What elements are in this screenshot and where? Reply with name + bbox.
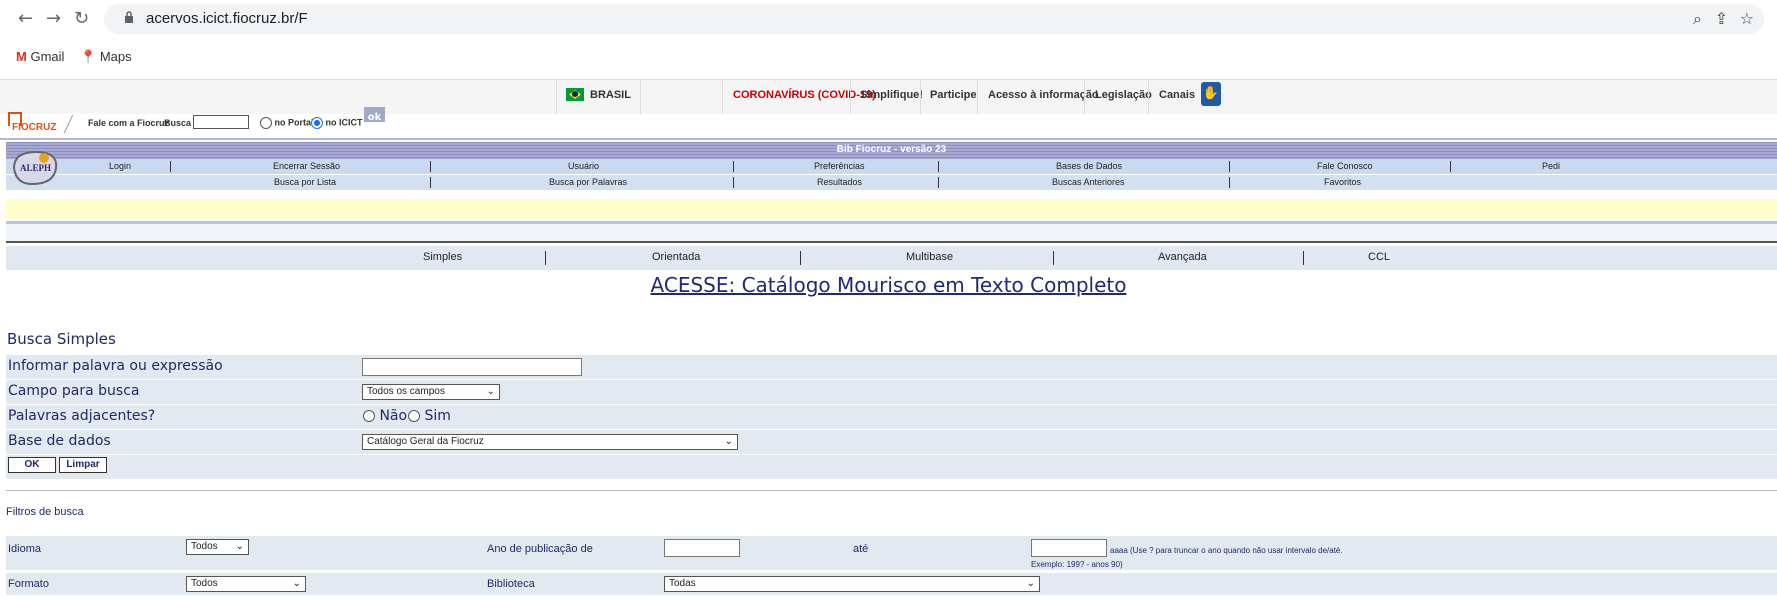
- radio-nao[interactable]: Não: [363, 408, 407, 424]
- gov-link-acesso[interactable]: Acesso à informação: [988, 89, 1099, 101]
- menu-login[interactable]: Login: [109, 161, 131, 171]
- radio-portal[interactable]: no Portal: [260, 117, 314, 129]
- fale-com-fiocruz-link[interactable]: Fale com a Fiocruz: [88, 118, 169, 128]
- page-title: Busca Simples: [7, 330, 116, 348]
- database-select[interactable]: Catálogo Geral da Fiocruz ⌄: [362, 434, 738, 450]
- fiocruz-ok-button[interactable]: ok: [364, 107, 385, 123]
- lock-icon: [125, 11, 133, 23]
- zoom-icon[interactable]: ⌕: [1693, 9, 1702, 29]
- fiocruz-bar: FIOCRUZ Fale com a Fiocruz Busca no Port…: [0, 107, 1777, 140]
- menu-favoritos[interactable]: Favoritos: [1324, 177, 1361, 187]
- idioma-select[interactable]: Todos ⌄: [186, 539, 249, 555]
- radio-icict[interactable]: no ICICT: [311, 117, 363, 129]
- gov-link-simplifique[interactable]: Simplifique!: [860, 89, 923, 101]
- adjacent-label: Palavras adjacentes?: [8, 408, 156, 424]
- menu-usuario[interactable]: Usuário: [568, 161, 599, 171]
- gov-link-canais[interactable]: Canais: [1159, 89, 1195, 101]
- maps-icon: 📍: [80, 49, 97, 64]
- database-row: Base de dados Catálogo Geral da Fiocruz ⌄: [6, 430, 1777, 454]
- ano-de-input[interactable]: [664, 539, 740, 557]
- acesse-catalogo-link[interactable]: ACESSE: Catálogo Mourisco em Texto Compl…: [651, 273, 1127, 297]
- tab-multibase[interactable]: Multibase: [906, 251, 953, 263]
- field-select[interactable]: Todos os campos ⌄: [362, 384, 500, 400]
- gov-brasil-link[interactable]: BRASIL: [590, 89, 631, 101]
- fiocruz-brand[interactable]: FIOCRUZ: [12, 122, 56, 133]
- limpar-button[interactable]: Limpar: [59, 457, 107, 473]
- chevron-down-icon: ⌄: [724, 436, 733, 447]
- word-label: Informar palavra ou expressão: [8, 358, 223, 374]
- biblioteca-select[interactable]: Todas ⌄: [664, 576, 1040, 592]
- tab-simples[interactable]: Simples: [423, 251, 462, 263]
- filters-row-1: Idioma Todos ⌄ Ano de publicação de até a…: [6, 536, 1777, 570]
- chevron-down-icon: ⌄: [292, 578, 301, 589]
- gov-link-participe[interactable]: Participe: [930, 89, 976, 101]
- fiocruz-search-input[interactable]: [193, 115, 249, 129]
- tab-orientada[interactable]: Orientada: [652, 251, 700, 263]
- menu-pedidos[interactable]: Pedi: [1542, 161, 1560, 171]
- browser-chrome: ← → ↻ acervos.icict.fiocruz.br/F ⌕ ⇪ ☆ M…: [0, 0, 1777, 70]
- menu-fale-conosco[interactable]: Fale Conosco: [1317, 161, 1373, 171]
- government-bar: BRASIL CORONAVÍRUS (COVID-19) Simplifiqu…: [0, 79, 1777, 115]
- menu-bases-de-dados[interactable]: Bases de Dados: [1056, 161, 1122, 171]
- formato-label: Formato: [8, 578, 49, 590]
- year-hint: aaaa (Use ? para truncar o ano quando nã…: [1110, 546, 1343, 555]
- gmail-icon: M: [16, 49, 27, 64]
- aleph-menu-row-1: Login Encerrar Sessão Usuário Preferênci…: [6, 159, 1777, 174]
- idioma-label: Idioma: [8, 543, 42, 555]
- address-bar[interactable]: acervos.icict.fiocruz.br/F ⌕ ⇪ ☆: [104, 4, 1764, 34]
- share-icon[interactable]: ⇪: [1715, 9, 1728, 28]
- chevron-down-icon: ⌄: [235, 541, 244, 552]
- bookmark-star-icon[interactable]: ☆: [1740, 9, 1754, 28]
- ate-label: até: [853, 543, 869, 555]
- radio-sim[interactable]: Sim: [408, 408, 451, 424]
- word-row: Informar palavra ou expressão: [6, 355, 1777, 379]
- tab-avancada[interactable]: Avançada: [1158, 251, 1207, 263]
- database-label: Base de dados: [8, 433, 111, 449]
- bookmark-gmail[interactable]: M Gmail: [16, 49, 64, 64]
- field-row: Campo para busca Todos os campos ⌄: [6, 380, 1777, 404]
- aleph-header: Bib Fiocruz - versão 23 Login Encerrar S…: [0, 142, 1777, 200]
- menu-buscas-anteriores[interactable]: Buscas Anteriores: [1052, 177, 1125, 187]
- url-text[interactable]: acervos.icict.fiocruz.br/F: [146, 10, 308, 27]
- menu-encerrar-sessao[interactable]: Encerrar Sessão: [273, 161, 340, 171]
- brazil-flag-icon: [566, 88, 584, 101]
- menu-busca-por-palavras[interactable]: Busca por Palavras: [549, 177, 627, 187]
- word-input[interactable]: [362, 358, 582, 376]
- gov-link-legislacao[interactable]: Legislação: [1095, 89, 1152, 101]
- chevron-down-icon: ⌄: [486, 386, 495, 397]
- biblioteca-label: Biblioteca: [487, 578, 535, 590]
- gov-covid-link[interactable]: CORONAVÍRUS (COVID-19): [733, 89, 876, 101]
- search-type-tabs: Simples Orientada Multibase Avançada CCL: [6, 246, 1777, 270]
- menu-preferencias[interactable]: Preferências: [814, 161, 865, 171]
- field-label: Campo para busca: [8, 383, 140, 399]
- adjacent-row: Palavras adjacentes? Não Sim: [6, 405, 1777, 429]
- bookmark-maps[interactable]: 📍 Maps: [80, 49, 132, 65]
- chevron-down-icon: ⌄: [1026, 578, 1035, 589]
- menu-busca-por-lista[interactable]: Busca por Lista: [274, 177, 336, 187]
- ano-de-label: Ano de publicação de: [487, 543, 593, 555]
- back-arrow-icon[interactable]: ←: [18, 8, 33, 29]
- year-example: Exemplo: 199? - anos 90): [1031, 560, 1123, 569]
- ok-button[interactable]: OK: [8, 457, 56, 473]
- tab-ccl[interactable]: CCL: [1368, 251, 1390, 263]
- reload-icon[interactable]: ↻: [74, 8, 89, 29]
- filters-title: Filtros de busca: [6, 506, 84, 518]
- aleph-menu-row-2: Busca por Lista Busca por Palavras Resul…: [6, 175, 1777, 190]
- aleph-title-bar: Bib Fiocruz - versão 23: [6, 142, 1777, 159]
- message-bar: [6, 199, 1777, 219]
- filters-row-2: Formato Todos ⌄ Biblioteca Todas ⌄: [6, 573, 1777, 595]
- buttons-row: OK Limpar: [6, 455, 1777, 479]
- forward-arrow-icon[interactable]: →: [46, 8, 61, 29]
- accessibility-hand-icon[interactable]: ✋: [1201, 82, 1221, 106]
- busca-label: Busca: [164, 118, 192, 128]
- aleph-logo[interactable]: ALEPH: [10, 148, 62, 188]
- menu-resultados[interactable]: Resultados: [817, 177, 862, 187]
- formato-select[interactable]: Todos ⌄: [186, 576, 306, 592]
- aleph-title: Bib Fiocruz - versão 23: [836, 144, 947, 155]
- ano-ate-input[interactable]: [1031, 539, 1107, 557]
